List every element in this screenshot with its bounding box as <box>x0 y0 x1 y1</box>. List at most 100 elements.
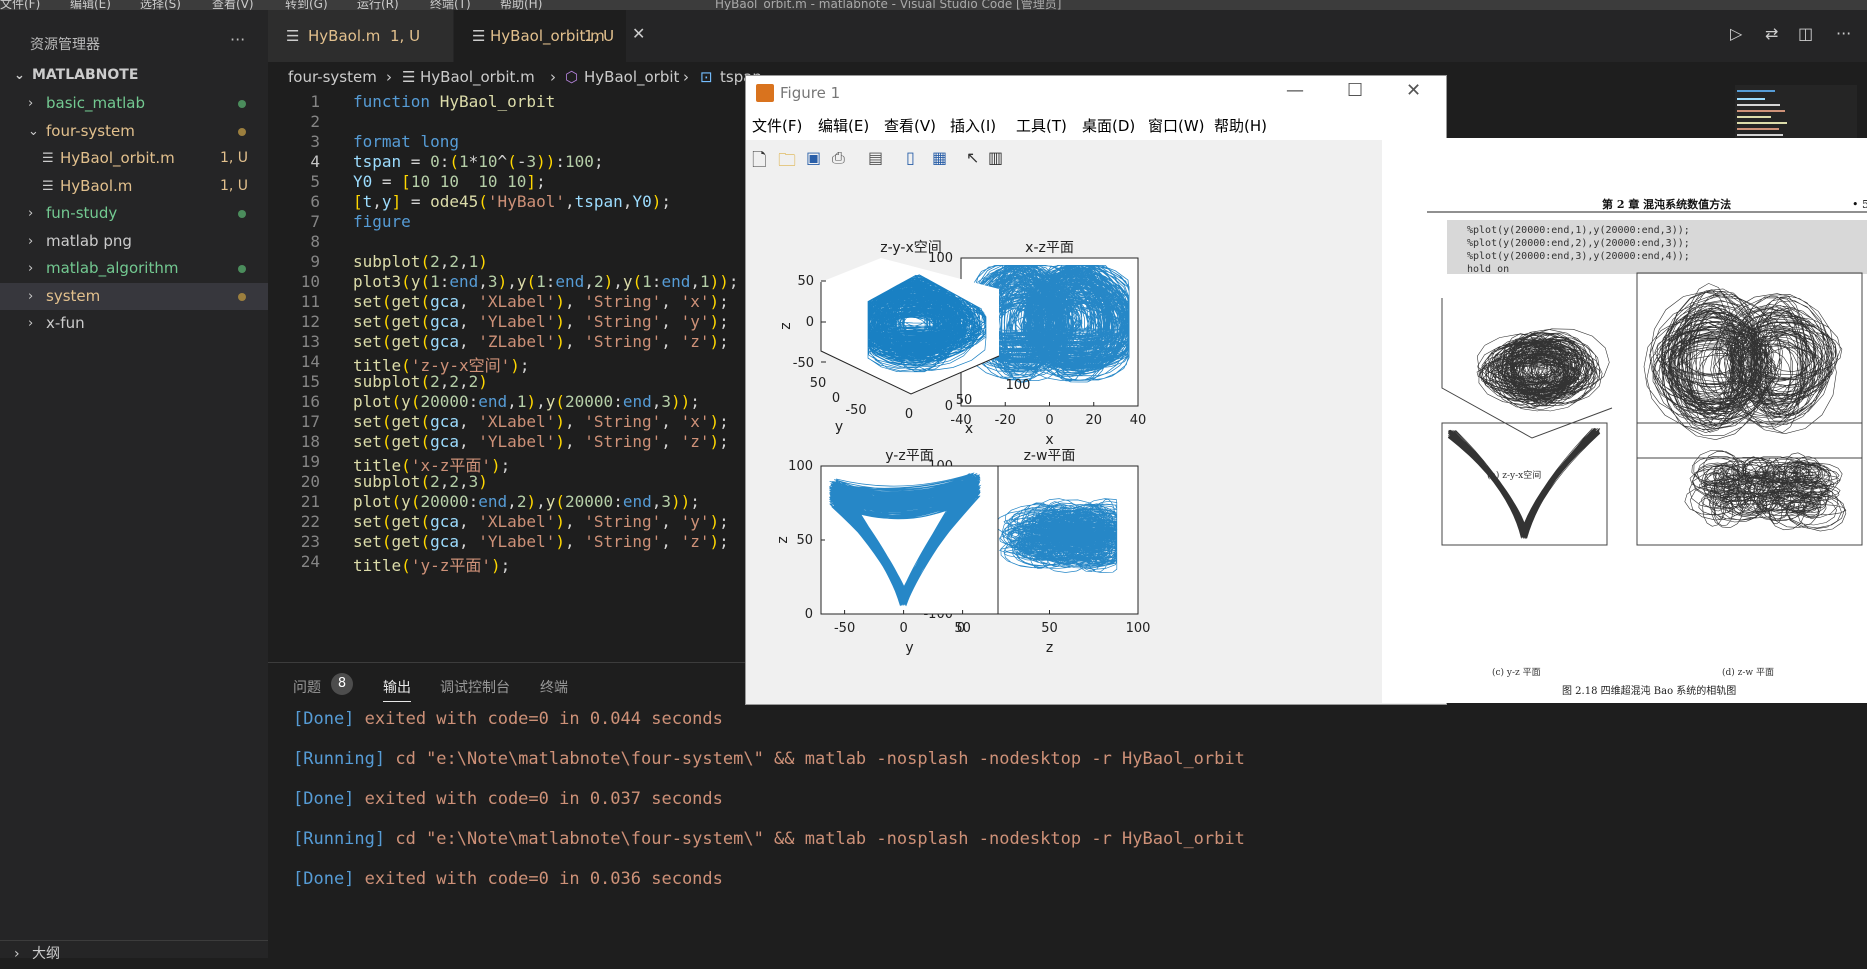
print-icon[interactable]: ⎙ <box>832 148 845 168</box>
tab-output[interactable]: 输出 <box>383 677 411 702</box>
menu-terminal[interactable]: 终端(T) <box>430 0 471 10</box>
pointer-icon[interactable]: ↖ <box>966 148 979 167</box>
workspace-root[interactable]: ⌄ MATLABNOTE <box>0 62 268 89</box>
code-line[interactable]: tspan = 0:(1*10^(-3)):100; <box>353 152 604 171</box>
menu-goto[interactable]: 转到(G) <box>285 0 328 10</box>
book-header: 第 2 章 混沌系统数值方法 <box>1602 197 1731 211</box>
sidebar-item-system[interactable]: › system <box>0 282 268 310</box>
book-attractor-d <box>1684 450 1847 532</box>
code-line[interactable]: set(get(gca, 'ZLabel'), 'String', 'z'); <box>353 332 729 351</box>
run-icon[interactable]: ▷ <box>1730 24 1742 43</box>
code-line[interactable]: [t,y] = ode45('HyBaol',tspan,Y0); <box>353 192 671 211</box>
code-line[interactable]: subplot(2,2,3) <box>353 472 488 491</box>
file-lines-icon: ☰ <box>42 178 54 194</box>
code-line[interactable]: set(get(gca, 'XLabel'), 'String', 'y'); <box>353 512 729 531</box>
breadcrumb-file[interactable]: HyBaol_orbit.m <box>420 62 535 92</box>
chevron-down-icon: ⌄ <box>28 123 39 139</box>
x-tick-label: 50 <box>1041 621 1058 636</box>
code-line[interactable]: plot(y(20000:end,2),y(20000:end,3)); <box>353 492 700 511</box>
sidebar-item-hybaol-orbit-m[interactable]: ☰ HyBaol_orbit.m 1, U <box>0 145 268 172</box>
fig-menu-view[interactable]: 查看(V) <box>884 115 936 136</box>
colorbar-icon[interactable]: ▯ <box>906 148 915 167</box>
line-number: 11 <box>300 292 320 311</box>
menu-edit[interactable]: 编辑(E) <box>70 0 111 10</box>
book-code-line: %plot(y(20000:end,3),y(20000:end,4)); <box>1467 251 1690 262</box>
minimap[interactable] <box>1735 85 1857 145</box>
open-icon[interactable]: 🗀 <box>778 148 796 178</box>
code-editor[interactable]: 1 function HyBaol_orbit 2 3 format long 4 tspa… <box>268 92 748 662</box>
subplot-title: x-z平面 <box>1025 240 1074 256</box>
menu-help[interactable]: 帮助(H) <box>500 0 542 10</box>
close-tab-icon[interactable]: ✕ <box>632 24 645 43</box>
fig-menu-desktop[interactable]: 桌面(D) <box>1082 115 1135 136</box>
menu-select[interactable]: 选择(S) <box>140 0 181 10</box>
minimize-icon[interactable]: — <box>1286 80 1304 101</box>
status-dot <box>238 265 246 273</box>
legend-icon[interactable]: ▦ <box>932 148 947 167</box>
code-line[interactable]: plot(y(20000:end,1),y(20000:end,3)); <box>353 392 700 411</box>
outline-section[interactable]: › 大纲 <box>0 940 268 969</box>
save-icon[interactable]: ▣ <box>806 148 821 167</box>
problems-count-badge: 8 <box>331 673 353 695</box>
status-dot <box>238 100 246 108</box>
code-line[interactable]: format long <box>353 132 459 151</box>
code-line[interactable]: title('y-z平面'); <box>353 552 510 576</box>
split-editor-icon[interactable]: ◫ <box>1798 24 1813 43</box>
sidebar-item-hybaol-m[interactable]: ☰ HyBaol.m 1, U <box>0 173 268 200</box>
menu-view[interactable]: 查看(V) <box>212 0 254 10</box>
code-line[interactable]: set(get(gca, 'XLabel'), 'String', 'x'); <box>353 292 729 311</box>
fig-menu-edit[interactable]: 编辑(E) <box>818 115 869 136</box>
tab-hybaol[interactable]: ☰ HyBaol.m 1, U <box>268 10 453 62</box>
chevron-right-icon: › <box>28 233 34 249</box>
code-line[interactable]: set(get(gca, 'YLabel'), 'String', 'z'); <box>353 432 729 451</box>
fig-menu-help[interactable]: 帮助(H) <box>1214 115 1267 136</box>
code-line[interactable]: subplot(2,2,1) <box>353 252 488 271</box>
link-plot-icon[interactable]: ▤ <box>868 148 883 167</box>
code-line[interactable]: Y0 = [10 10 10 10]; <box>353 172 546 191</box>
subplot-title: z-w平面 <box>1024 448 1076 464</box>
menu-run[interactable]: 运行(R) <box>357 0 399 10</box>
menu-file[interactable]: 文件(F) <box>0 0 40 10</box>
subplots: x-z平面-40-2002040050100xzz-w平面050100-100-… <box>775 240 1150 656</box>
book-page-svg: 第 2 章 混沌系统数值方法 • 5 %plot(y(20000:end,1),… <box>1427 197 1867 697</box>
property-editor-icon[interactable]: ▥ <box>988 148 1003 167</box>
sidebar-item-fun-study[interactable]: › fun-study <box>0 200 268 227</box>
code-line[interactable]: function HyBaol_orbit <box>353 92 555 111</box>
line-number: 4 <box>310 152 320 171</box>
y-tick-label: 0 <box>832 391 840 406</box>
new-figure-icon[interactable]: 🗋 <box>752 148 766 178</box>
code-line[interactable]: set(get(gca, 'XLabel'), 'String', 'x'); <box>353 412 729 431</box>
chevron-down-icon: ⌄ <box>14 68 25 83</box>
breadcrumb-function[interactable]: HyBaol_orbit <box>584 62 679 92</box>
more-actions-icon[interactable]: ··· <box>230 30 245 49</box>
tab-terminal[interactable]: 终端 <box>540 677 568 697</box>
breadcrumb-folder[interactable]: four-system <box>288 62 377 92</box>
sidebar-item-four-system[interactable]: ⌄ four-system <box>0 118 268 145</box>
output-text: cd "e:\Note\matlabnote\four-system\" && … <box>385 749 1245 769</box>
window-title: HyBaol_orbit.m - matlabnote - Visual Stu… <box>715 0 1062 10</box>
more-actions-icon[interactable]: ··· <box>1836 24 1851 43</box>
fig-menu-tools[interactable]: 工具(T) <box>1016 115 1067 136</box>
tab-debug-console[interactable]: 调试控制台 <box>440 677 510 697</box>
figure-canvas: x-z平面-40-2002040050100xzz-w平面050100-100-… <box>746 176 1446 704</box>
maximize-icon[interactable]: ☐ <box>1347 80 1363 101</box>
sidebar-item-matlab-png[interactable]: › matlab png <box>0 228 268 255</box>
sidebar-item-x-fun[interactable]: › x-fun <box>0 310 268 337</box>
code-line[interactable]: set(get(gca, 'YLabel'), 'String', 'z'); <box>353 532 729 551</box>
fig-menu-file[interactable]: 文件(F) <box>752 115 802 136</box>
sidebar-item-basic-matlab[interactable]: › basic_matlab <box>0 90 268 117</box>
compare-changes-icon[interactable]: ⇄ <box>1765 24 1778 43</box>
close-icon[interactable]: ✕ <box>1406 80 1421 101</box>
fig-menu-window[interactable]: 窗口(W) <box>1148 115 1205 136</box>
tab-problems[interactable]: 问题 <box>293 677 321 697</box>
fig-menu-insert[interactable]: 插入(I) <box>950 115 996 136</box>
code-line[interactable]: set(get(gca, 'YLabel'), 'String', 'y'); <box>353 312 729 331</box>
code-line[interactable]: plot3(y(1:end,3),y(1:end,2),y(1:end,1)); <box>353 272 739 291</box>
output-text: exited with code=0 in 0.037 seconds <box>354 789 723 809</box>
code-line[interactable]: figure <box>353 212 411 231</box>
sidebar-item-matlab-algorithm[interactable]: › matlab_algorithm <box>0 255 268 282</box>
line-number: 12 <box>300 312 320 331</box>
matlab-figure-window: Figure 1 — ☐ ✕ 文件(F) 编辑(E) 查看(V) 插入(I) 工… <box>745 75 1447 705</box>
code-line[interactable]: subplot(2,2,2) <box>353 372 488 391</box>
tab-hybaol-orbit[interactable]: ☰ HyBaol_orbit.m 1, U <box>454 10 626 62</box>
